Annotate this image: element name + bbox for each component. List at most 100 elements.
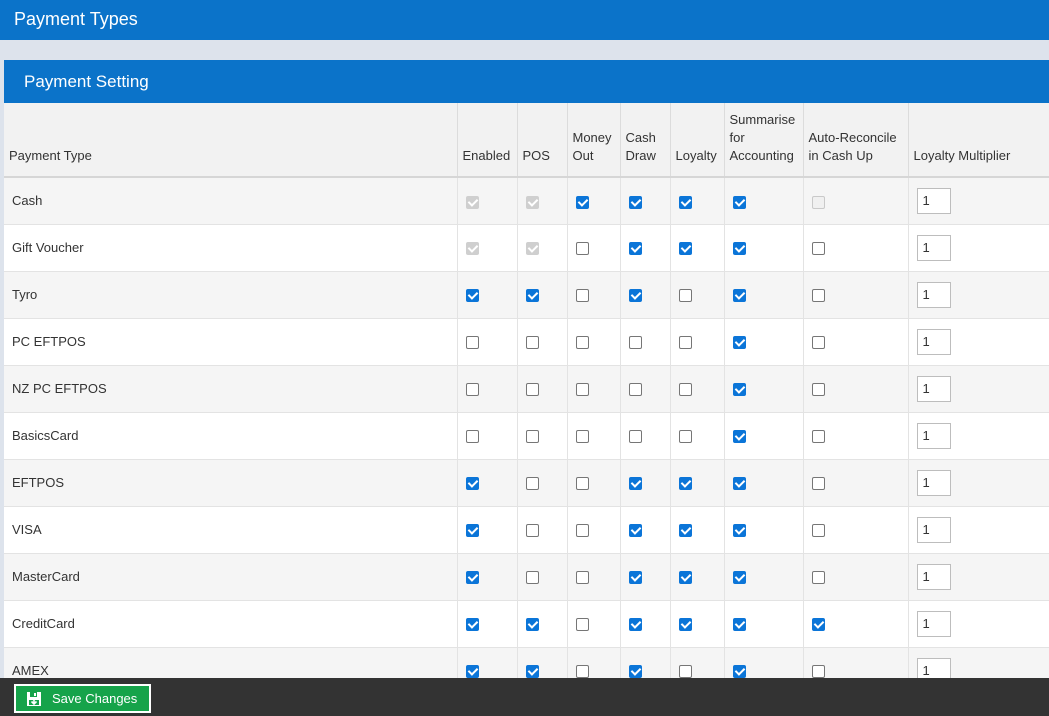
loyalty-checkbox[interactable]: [678, 242, 692, 256]
money-out-checkbox[interactable]: [575, 195, 589, 209]
column-header-enabled[interactable]: Enabled: [456, 103, 517, 178]
cash-draw-checkbox[interactable]: [628, 524, 642, 538]
enabled-checkbox[interactable]: [465, 571, 479, 585]
column-header-pos[interactable]: POS: [516, 103, 567, 178]
column-header-loyalty[interactable]: Loyalty: [669, 103, 724, 178]
auto-reconcile-checkbox[interactable]: [811, 571, 825, 585]
enabled-checkbox[interactable]: [465, 477, 479, 491]
enabled-checkbox[interactable]: [465, 336, 479, 350]
loyalty-checkbox[interactable]: [678, 383, 692, 397]
summarise-checkbox[interactable]: [732, 430, 746, 444]
money-out-checkbox[interactable]: [575, 430, 589, 444]
summarise-checkbox[interactable]: [732, 477, 746, 491]
loyalty-checkbox[interactable]: [678, 524, 692, 538]
cash-draw-checkbox[interactable]: [628, 383, 642, 397]
loyalty-multiplier-input[interactable]: [916, 187, 951, 214]
cash-draw-checkbox[interactable]: [628, 571, 642, 585]
loyalty-checkbox[interactable]: [678, 477, 692, 491]
pos-checkbox[interactable]: [525, 571, 539, 585]
pos-checkbox[interactable]: [525, 383, 539, 397]
money-out-checkbox[interactable]: [575, 571, 589, 585]
summarise-checkbox[interactable]: [732, 665, 746, 678]
loyalty-checkbox[interactable]: [678, 430, 692, 444]
loyalty-checkbox[interactable]: [678, 618, 692, 632]
loyalty-checkbox[interactable]: [678, 571, 692, 585]
pos-checkbox[interactable]: [525, 430, 539, 444]
save-changes-button[interactable]: Save Changes: [14, 684, 151, 713]
loyalty-checkbox[interactable]: [678, 195, 692, 209]
money-out-checkbox[interactable]: [575, 665, 589, 678]
money-out-checkbox[interactable]: [575, 289, 589, 303]
pos-checkbox[interactable]: [525, 524, 539, 538]
loyalty-multiplier-input[interactable]: [916, 610, 951, 637]
cash-draw-checkbox[interactable]: [628, 242, 642, 256]
enabled-checkbox[interactable]: [465, 524, 479, 538]
column-header-cash-draw[interactable]: Cash Draw: [619, 103, 670, 178]
loyalty-multiplier-input[interactable]: [916, 563, 951, 590]
pos-checkbox[interactable]: [525, 477, 539, 491]
cash-draw-checkbox[interactable]: [628, 336, 642, 350]
loyalty-multiplier-input[interactable]: [916, 234, 951, 261]
auto-reconcile-checkbox[interactable]: [811, 242, 825, 256]
loyalty-multiplier-input[interactable]: [916, 422, 951, 449]
money-out-checkbox[interactable]: [575, 242, 589, 256]
summarise-checkbox[interactable]: [732, 289, 746, 303]
auto-reconcile-checkbox[interactable]: [811, 430, 825, 444]
pos-checkbox[interactable]: [525, 665, 539, 678]
cash-draw-checkbox[interactable]: [628, 195, 642, 209]
column-header-payment-type[interactable]: Payment Type: [4, 103, 457, 178]
money-out-checkbox[interactable]: [575, 383, 589, 397]
loyalty-checkbox[interactable]: [678, 665, 692, 678]
loyalty-multiplier-input[interactable]: [916, 281, 951, 308]
summarise-checkbox[interactable]: [732, 195, 746, 209]
auto-reconcile-cell: [802, 365, 908, 413]
pos-checkbox[interactable]: [525, 618, 539, 632]
money-out-checkbox[interactable]: [575, 524, 589, 538]
cash-draw-checkbox[interactable]: [628, 665, 642, 678]
pos-checkbox[interactable]: [525, 289, 539, 303]
enabled-checkbox[interactable]: [465, 618, 479, 632]
loyalty-multiplier-input[interactable]: [916, 469, 951, 496]
column-header-summarise[interactable]: Summarise for Accounting: [723, 103, 803, 178]
money-out-checkbox[interactable]: [575, 618, 589, 632]
loyalty-multiplier-input[interactable]: [916, 328, 951, 355]
auto-reconcile-checkbox[interactable]: [811, 383, 825, 397]
auto-reconcile-checkbox[interactable]: [811, 618, 825, 632]
summarise-checkbox[interactable]: [732, 524, 746, 538]
summarise-checkbox[interactable]: [732, 618, 746, 632]
loyalty-multiplier-cell: [907, 177, 1049, 225]
summarise-cell: [723, 271, 803, 319]
pos-cell: [516, 553, 567, 601]
payment-type-name: Gift Voucher: [4, 224, 457, 272]
loyalty-checkbox[interactable]: [678, 289, 692, 303]
loyalty-multiplier-input[interactable]: [916, 657, 951, 678]
auto-reconcile-checkbox[interactable]: [811, 524, 825, 538]
pos-checkbox[interactable]: [525, 336, 539, 350]
enabled-checkbox[interactable]: [465, 383, 479, 397]
cash-draw-checkbox[interactable]: [628, 430, 642, 444]
auto-reconcile-checkbox[interactable]: [811, 336, 825, 350]
enabled-checkbox[interactable]: [465, 289, 479, 303]
auto-reconcile-checkbox[interactable]: [811, 665, 825, 678]
cash-draw-checkbox[interactable]: [628, 289, 642, 303]
column-header-money-out[interactable]: Money Out: [566, 103, 620, 178]
cash-draw-checkbox[interactable]: [628, 618, 642, 632]
auto-reconcile-checkbox[interactable]: [811, 289, 825, 303]
summarise-checkbox[interactable]: [732, 383, 746, 397]
column-header-loyalty-multiplier[interactable]: Loyalty Multiplier: [907, 103, 1049, 178]
enabled-checkbox[interactable]: [465, 665, 479, 678]
cash-draw-checkbox[interactable]: [628, 477, 642, 491]
summarise-checkbox[interactable]: [732, 336, 746, 350]
enabled-checkbox[interactable]: [465, 430, 479, 444]
money-out-checkbox[interactable]: [575, 336, 589, 350]
summarise-checkbox[interactable]: [732, 571, 746, 585]
summarise-checkbox[interactable]: [732, 242, 746, 256]
loyalty-checkbox[interactable]: [678, 336, 692, 350]
loyalty-multiplier-input[interactable]: [916, 375, 951, 402]
money-out-cell: [566, 177, 620, 225]
auto-reconcile-checkbox[interactable]: [811, 477, 825, 491]
loyalty-multiplier-input[interactable]: [916, 516, 951, 543]
money-out-checkbox[interactable]: [575, 477, 589, 491]
column-header-auto-reconcile[interactable]: Auto-Reconcile in Cash Up: [802, 103, 908, 178]
cash-draw-cell: [619, 647, 670, 678]
